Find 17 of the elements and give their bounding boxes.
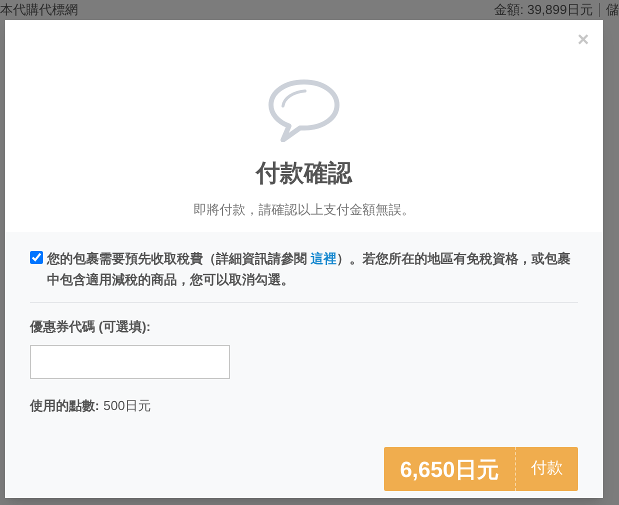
site-title: 本代購代標網 [0, 1, 78, 20]
tax-checkbox[interactable] [30, 251, 43, 264]
details-link[interactable]: 這裡 [310, 251, 337, 266]
points-value: 500日元 [103, 396, 152, 414]
balance-text: 金額: 39,899日元 [494, 1, 593, 20]
coupon-input[interactable] [30, 344, 230, 378]
pay-button[interactable]: 6,650日元 付款 [384, 447, 578, 491]
tax-notice: 您的包裹需要預先收取稅費（詳細資訊請參閱 這裡）。若您所在的地區有免稅資格，或包裹中包含適用減稅的商品，您可以取消勾選。 [47, 250, 572, 289]
truncated-text: 儲 [606, 1, 619, 20]
points-label: 使用的點數: [30, 396, 100, 414]
pay-amount: 6,650日元 [384, 447, 516, 491]
dialog-subtitle: 即將付款，請確認以上支付金額無誤。 [194, 201, 414, 219]
speech-bubble-icon [266, 78, 342, 142]
coupon-label: 優惠券代碼 (可選填): [30, 318, 152, 336]
close-button[interactable]: × [577, 30, 589, 50]
dialog-title: 付款確認 [256, 159, 352, 189]
pay-label: 付款 [530, 459, 564, 479]
